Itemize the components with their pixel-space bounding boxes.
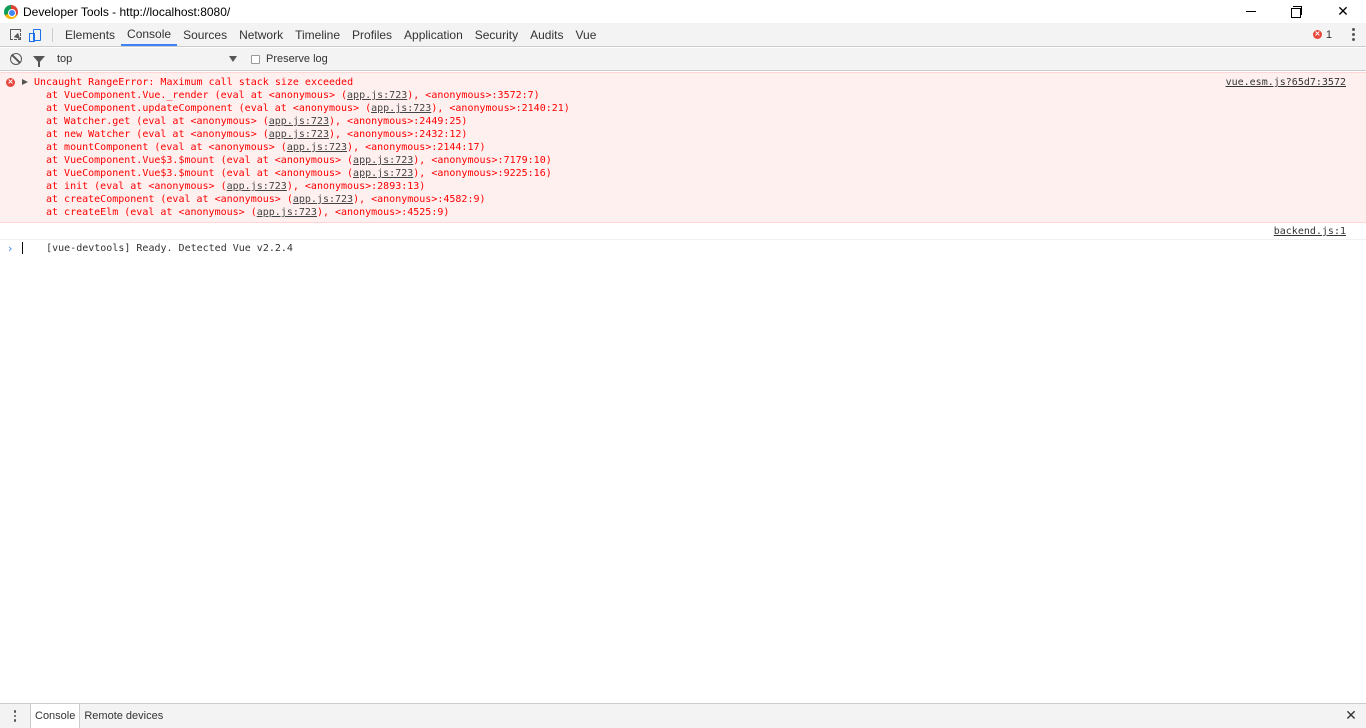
drawer-tab-remote-devices[interactable]: Remote devices <box>80 704 167 728</box>
stack-frame-link[interactable]: app.js:723 <box>287 142 347 153</box>
device-toolbar-icon[interactable] <box>26 23 48 46</box>
log-message: [vue-devtools] Ready. Detected Vue v2.2.… <box>0 223 1366 254</box>
stack-frame: at Watcher.get (eval at <anonymous> (app… <box>0 115 1366 128</box>
prompt-chevron-icon: › <box>8 242 13 255</box>
stack-frame-text: at createComponent (eval at <anonymous> … <box>46 194 293 205</box>
tab-vue[interactable]: Vue <box>569 23 602 46</box>
stack-frame-link[interactable]: app.js:723 <box>227 181 287 192</box>
error-counter[interactable]: ✕ 1 <box>1312 28 1332 41</box>
stack-frame-text: at VueComponent.Vue$3.$mount (eval at <a… <box>46 168 354 179</box>
drawer-menu-icon[interactable] <box>0 704 30 728</box>
error-message: ✕ vue.esm.js?65d7:3572 Uncaught RangeErr… <box>0 72 1366 223</box>
stack-frame-text: at VueComponent.Vue._render (eval at <an… <box>46 90 348 101</box>
stack-frame-text: at createElm (eval at <anonymous> ( <box>46 207 257 218</box>
stack-frame-link[interactable]: app.js:723 <box>347 90 407 101</box>
preserve-log-toggle[interactable]: Preserve log <box>251 53 328 65</box>
stack-frame: at mountComponent (eval at <anonymous> (… <box>0 141 1366 154</box>
stack-frame-location: ), <anonymous>:4525:9) <box>316 207 450 218</box>
stack-frame-link[interactable]: app.js:723 <box>293 194 353 205</box>
title-bar: Developer Tools - http://localhost:8080/… <box>0 0 1366 23</box>
console-prompt[interactable]: › <box>0 240 1366 258</box>
stack-frame-location: ), <anonymous>:3572:7) <box>407 90 540 101</box>
error-source-link[interactable]: vue.esm.js?65d7:3572 <box>1226 77 1346 88</box>
stack-frame: at VueComponent.Vue$3.$mount (eval at <a… <box>0 167 1366 180</box>
stack-frame-text: at Watcher.get (eval at <anonymous> ( <box>46 116 269 127</box>
stack-frame-text: at new Watcher (eval at <anonymous> ( <box>46 129 269 140</box>
log-source-link[interactable]: backend.js:1 <box>1274 223 1346 240</box>
stack-frame-link[interactable]: app.js:723 <box>371 103 431 114</box>
stack-frame-location: ), <anonymous>:2140:21) <box>431 103 570 114</box>
stack-trace: at VueComponent.Vue._render (eval at <an… <box>0 89 1366 219</box>
stack-frame-link[interactable]: app.js:723 <box>353 155 413 166</box>
tab-audits[interactable]: Audits <box>524 23 569 46</box>
stack-frame-location: ), <anonymous>:9225:16) <box>413 168 552 179</box>
stack-frame-location: ), <anonymous>:2432:12) <box>328 129 468 140</box>
tab-network[interactable]: Network <box>233 23 289 46</box>
context-value: top <box>57 53 73 65</box>
inspect-element-icon[interactable] <box>4 23 26 46</box>
stack-frame: at new Watcher (eval at <anonymous> (app… <box>0 128 1366 141</box>
stack-frame-location: ), <anonymous>:2893:13) <box>286 181 426 192</box>
panel-tabs: Elements Console Sources Network Timeline Pro… <box>59 23 602 46</box>
stack-frame-location: ), <anonymous>:2449:25) <box>328 116 468 127</box>
toolbar-divider <box>52 27 53 42</box>
devtools-tabbar: Elements Console Sources Network Timeline Pro… <box>0 23 1366 47</box>
stack-frame: at VueComponent.updateComponent (eval at… <box>0 102 1366 115</box>
stack-frame-text: at VueComponent.updateComponent (eval at… <box>46 103 372 114</box>
console-output: ✕ vue.esm.js?65d7:3572 Uncaught RangeErr… <box>0 72 1366 703</box>
stack-frame-text: at init (eval at <anonymous> ( <box>46 181 227 192</box>
more-options-icon[interactable] <box>1346 27 1360 42</box>
drawer-tab-console[interactable]: Console <box>30 704 81 728</box>
tab-application[interactable]: Application <box>398 23 469 46</box>
stack-frame: at VueComponent.Vue._render (eval at <an… <box>0 89 1366 102</box>
stack-frame-location: ), <anonymous>:7179:10) <box>413 155 552 166</box>
window-title: Developer Tools - http://localhost:8080/ <box>23 4 231 19</box>
stack-frame: at VueComponent.Vue$3.$mount (eval at <a… <box>0 154 1366 167</box>
tab-profiles[interactable]: Profiles <box>346 23 398 46</box>
preserve-log-checkbox[interactable] <box>251 54 260 64</box>
error-message-text: Uncaught RangeError: Maximum call stack … <box>34 77 354 88</box>
error-icon: ✕ <box>1312 30 1322 39</box>
tab-security[interactable]: Security <box>469 23 524 46</box>
chrome-logo-icon <box>4 4 18 19</box>
drawer-tabbar: Console Remote devices ✕ <box>0 703 1366 728</box>
stack-frame-location: ), <anonymous>:2144:17) <box>347 142 486 153</box>
stack-frame-link[interactable]: app.js:723 <box>257 207 317 218</box>
filter-icon[interactable] <box>33 55 45 67</box>
stack-frame-link[interactable]: app.js:723 <box>353 168 413 179</box>
tab-console[interactable]: Console <box>121 23 178 46</box>
context-select[interactable]: top <box>57 53 237 65</box>
close-drawer-icon[interactable]: ✕ <box>1336 704 1366 728</box>
stack-frame: at init (eval at <anonymous> (app.js:723… <box>0 180 1366 193</box>
clear-console-icon[interactable] <box>10 53 22 65</box>
restore-button[interactable] <box>1274 0 1320 23</box>
window-controls: ✕ <box>1228 0 1366 23</box>
stack-frame: at createElm (eval at <anonymous> (app.j… <box>0 206 1366 219</box>
tab-timeline[interactable]: Timeline <box>289 23 346 46</box>
stack-frame-text: at VueComponent.Vue$3.$mount (eval at <a… <box>46 155 354 166</box>
stack-frame-link[interactable]: app.js:723 <box>269 129 329 140</box>
close-window-button[interactable]: ✕ <box>1320 0 1366 23</box>
preserve-log-label: Preserve log <box>266 53 328 65</box>
expand-triangle-icon[interactable] <box>22 79 28 85</box>
stack-frame: at createComponent (eval at <anonymous> … <box>0 193 1366 206</box>
tab-elements[interactable]: Elements <box>59 23 121 46</box>
minimize-button[interactable] <box>1228 0 1274 23</box>
error-count: 1 <box>1325 28 1332 41</box>
dropdown-caret-icon <box>229 56 237 62</box>
console-toolbar: top Preserve log <box>0 48 1366 71</box>
drawer-tabs: Console Remote devices <box>30 704 167 728</box>
stack-frame-location: ), <anonymous>:4582:9) <box>353 194 486 205</box>
stack-frame-text: at mountComponent (eval at <anonymous> ( <box>46 142 287 153</box>
tabbar-right: ✕ 1 <box>1312 23 1366 46</box>
text-cursor <box>22 242 23 254</box>
error-icon: ✕ <box>6 78 15 87</box>
stack-frame-link[interactable]: app.js:723 <box>269 116 329 127</box>
tab-sources[interactable]: Sources <box>177 23 233 46</box>
